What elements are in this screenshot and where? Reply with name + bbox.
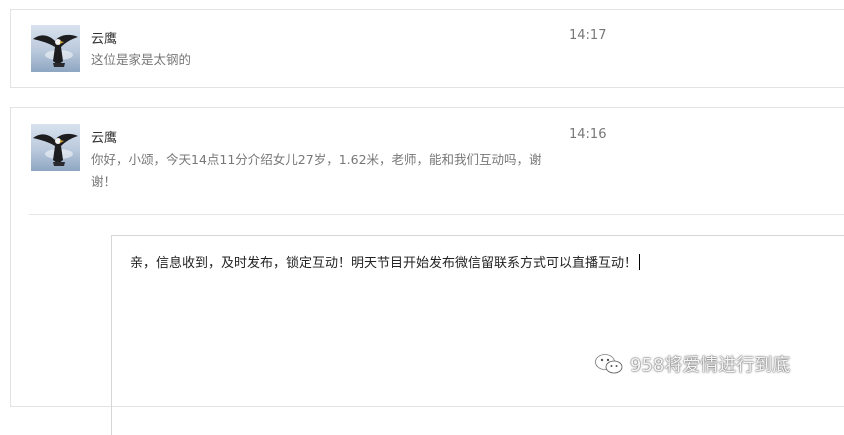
message-text: 这位是家是太钢的 <box>91 52 192 67</box>
sender-name: 云鹰 <box>91 131 118 146</box>
wechat-icon <box>594 352 624 376</box>
message-time: 14:17 <box>569 28 607 43</box>
watermark-text: 958将爱情进行到底 <box>630 355 791 376</box>
message-time: 14:16 <box>569 127 607 142</box>
text-caret <box>639 254 641 270</box>
sender-name: 云鹰 <box>91 32 118 47</box>
reply-text[interactable]: 亲，信息收到，及时发布，锁定互动！明天节目开始发布微信留联系方式可以直播互动！ <box>130 252 641 271</box>
message-card: 云鹰 14:17 这位是家是太钢的 <box>10 9 844 88</box>
divider <box>29 214 844 215</box>
reply-editor[interactable]: 亲，信息收到，及时发布，锁定互动！明天节目开始发布微信留联系方式可以直播互动！ <box>111 235 844 435</box>
eagle-avatar-icon[interactable] <box>31 25 80 72</box>
eagle-avatar-icon[interactable] <box>31 124 80 171</box>
reply-text-content: 亲，信息收到，及时发布，锁定互动！明天节目开始发布微信留联系方式可以直播互动！ <box>130 256 638 271</box>
watermark: 958将爱情进行到底 <box>594 352 790 376</box>
message-text: 你好，小颂，今天14点11分介绍女儿27岁，1.62米，老师，能和我们互动吗，谢… <box>91 152 542 189</box>
